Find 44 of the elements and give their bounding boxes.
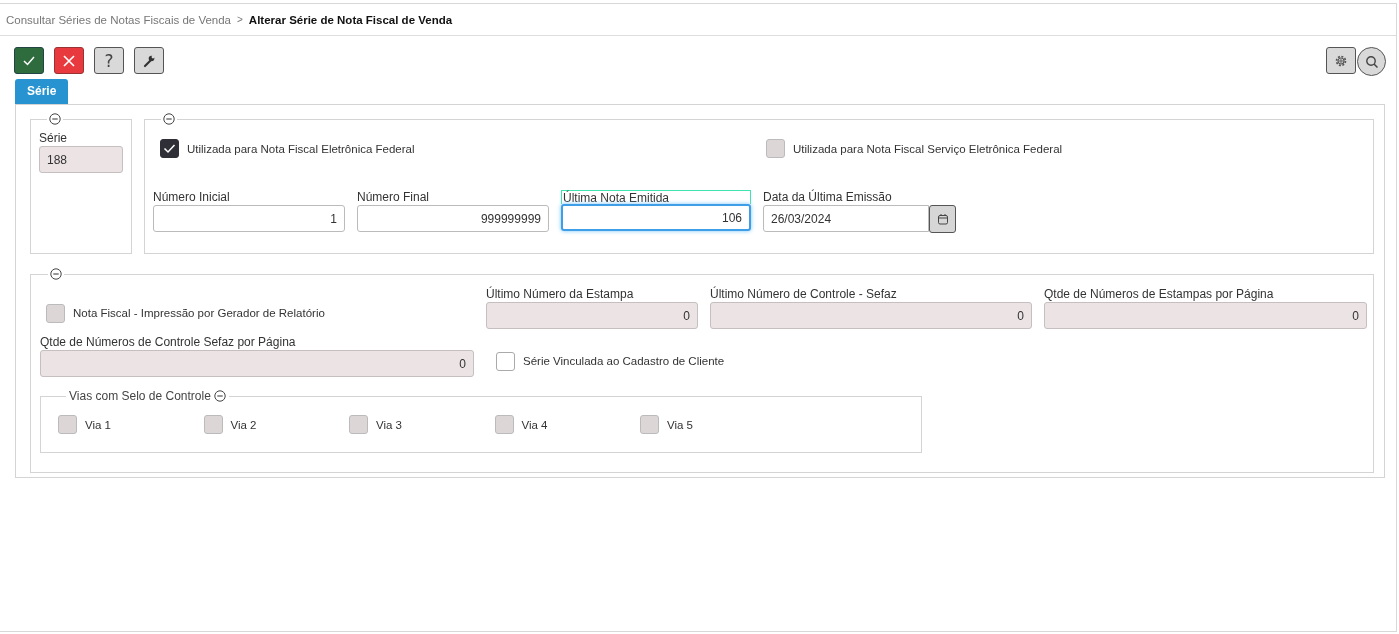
breadcrumb-separator: > [237,14,243,25]
wrench-icon [142,53,156,68]
collapse-icon[interactable] [213,390,226,402]
checkbox-label: Via 3 [376,418,402,431]
date-field[interactable]: 26/03/2024 [763,205,929,232]
checkbox-label: Utilizada para Nota Fiscal Eletrônica Federal [187,142,415,155]
collapse-icon[interactable] [50,268,62,280]
checkbox-label: Utilizada para Nota Fiscal Serviço Eletrônica Federal [793,142,1063,155]
field-label: Número Inicial [153,190,231,204]
search-icon [1364,54,1379,69]
search-button[interactable] [1357,47,1386,76]
gear-icon [1334,53,1348,68]
checkbox[interactable] [160,139,179,158]
breadcrumb-link[interactable]: Consultar Séries de Notas Fiscais de Venda [6,13,231,26]
calendar-button[interactable] [929,205,956,233]
input-field[interactable]: 999999999 [357,205,549,232]
group-title: Vias com Selo de Controle [69,389,211,403]
checkbox-label: Via 2 [230,418,257,431]
field-label: Último Número de Controle - Sefaz [710,287,898,301]
checkbox-label: Via 1 [85,418,111,431]
cancel-button[interactable] [54,47,84,74]
field-label: Número Final [357,190,431,204]
collapse-icon[interactable] [49,113,61,125]
checkbox-label: Série Vinculada ao Cadastro de Cliente [523,355,725,367]
field-label: Data da Última Emissão [763,190,893,204]
input-field[interactable]: 106 [561,204,751,231]
confirm-button[interactable] [14,47,44,74]
tools-button[interactable] [134,47,164,74]
settings-button[interactable] [1326,47,1356,74]
field-label: Série [39,131,68,145]
checkbox[interactable] [496,351,515,371]
checkbox-label: Via 5 [667,418,693,431]
input-field[interactable]: 1 [153,205,345,232]
calendar-icon [936,213,949,225]
checkbox-label: Nota Fiscal - Impressão por Gerador de Relatório [73,307,325,319]
help-button[interactable]: ? [94,47,124,74]
collapse-icon[interactable] [163,113,175,125]
check-icon [163,142,176,155]
checkbox-label: Via 4 [521,418,548,431]
field-label: Qtde de Números de Estampas por Página [1044,287,1275,301]
field-label: Último Número da Estampa [486,287,635,301]
close-icon [62,53,76,68]
field-label: Qtde de Números de Controle Sefaz por Página [40,335,297,349]
page-title: Alterar Série de Nota Fiscal de Venda [248,13,453,26]
